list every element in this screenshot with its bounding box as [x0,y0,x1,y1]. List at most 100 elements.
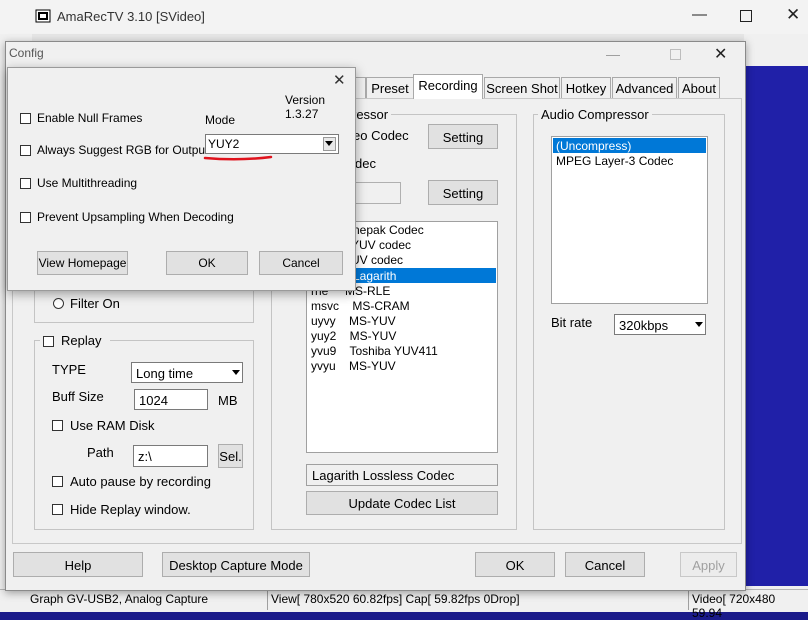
mode-label: Mode [205,113,236,127]
tab-advanced[interactable]: Advanced [612,77,677,99]
buff-size-value: 1024 [139,393,168,408]
close-icon[interactable]: ✕ [786,5,800,25]
popup-cancel-label: Cancel [282,256,320,270]
status-device: Graph GV-USB2, Analog Capture [30,592,209,606]
tab-recording[interactable]: Recording [413,74,483,99]
list-item[interactable]: (Uncompress) [556,139,631,153]
filter-on-label: Filter On [70,296,120,311]
status-view: View[ 780x520 60.82fps] Cap[ 59.82fps 0D… [271,592,520,606]
tab-preset[interactable]: Preset [366,77,414,99]
enable-null-frames-label: Enable Null Frames [37,111,143,125]
type-label: TYPE [52,362,86,377]
cancel-button[interactable]: Cancel [565,552,645,577]
bitrate-value: 320kbps [619,318,669,333]
list-item[interactable]: UV codec [351,253,403,267]
audio-codec-setting-button[interactable]: Setting [428,180,498,205]
selected-codec-field: Lagarith Lossless Codec [306,464,498,486]
update-codec-list-label: Update Codec List [348,496,456,511]
tab-hotkey[interactable]: Hotkey [561,77,611,99]
list-item[interactable]: yuy2 MS-YUV [311,329,396,343]
app-icon [35,9,51,23]
always-suggest-rgb-checkbox[interactable] [20,145,31,156]
selected-codec-value: Lagarith Lossless Codec [312,468,455,483]
hide-replay-checkbox[interactable] [52,504,63,515]
use-ram-disk-label: Use RAM Disk [70,418,155,433]
status-separator [267,591,268,610]
main-titlebar: AmaRecTV 3.10 [SVideo] — ✕ [0,0,808,34]
chevron-down-icon [695,322,703,327]
buff-size-label: Buff Size [52,389,104,404]
list-item[interactable]: uyvy MS-YUV [311,314,396,328]
popup-close-icon[interactable]: ✕ [333,71,346,89]
select-path-button[interactable]: Sel. [218,444,243,468]
cancel-label: Cancel [584,558,626,573]
use-multithreading-checkbox[interactable] [20,178,31,189]
list-item[interactable]: yvu9 Toshiba YUV411 [311,344,438,358]
maximize-icon[interactable] [740,10,752,22]
window-title: AmaRecTV 3.10 [SVideo] [57,9,205,24]
list-item[interactable]: MPEG Layer-3 Codec [556,154,673,168]
list-item[interactable]: YUV codec [351,238,411,252]
view-homepage-button[interactable]: View Homepage [37,251,128,275]
path-label: Path [87,445,114,460]
tab-about[interactable]: About [678,77,720,99]
apply-button[interactable]: Apply [680,552,737,577]
prevent-upsampling-label: Prevent Upsampling When Decoding [37,210,234,224]
status-video: Video[ 720x480 59.94 [692,592,776,620]
audio-codec-setting-label: Setting [442,186,484,201]
buff-size-input[interactable]: 1024 [134,389,208,410]
enable-null-frames-checkbox[interactable] [20,113,31,124]
chevron-down-icon [232,370,240,375]
tab-screen-shot[interactable]: Screen Shot [484,77,560,99]
view-homepage-label: View Homepage [38,256,127,270]
list-item[interactable]: yvyu MS-YUV [311,359,396,373]
use-multithreading-label: Use Multithreading [37,176,138,190]
mode-select[interactable]: YUY2 [205,134,339,154]
type-select[interactable]: Long time [131,362,243,383]
codec-config-dialog: ✕ Version 1.3.27 Enable Null Frames Alwa… [7,67,356,291]
filter-on-radio[interactable] [53,298,64,309]
help-label: Help [64,558,92,573]
config-minimize-icon[interactable]: — [606,46,620,62]
replay-label: Replay [61,333,102,348]
path-value: z:\ [138,449,152,464]
status-separator [688,591,689,610]
buff-unit: MB [218,393,238,408]
audio-codec-label: dec [355,156,376,171]
video-preview [744,66,808,586]
use-ram-disk-checkbox[interactable] [52,420,63,431]
video-codec-label: eo Codec [353,128,409,143]
version-label: Version 1.3.27 [285,93,326,121]
desktop-capture-label: Desktop Capture Mode [169,558,303,573]
minimize-icon[interactable]: — [692,6,707,23]
config-close-icon[interactable]: ✕ [714,44,727,64]
select-path-label: Sel. [219,449,242,464]
video-codec-setting-button[interactable]: Setting [428,124,498,149]
update-codec-list-button[interactable]: Update Codec List [306,491,498,515]
bitrate-label: Bit rate [551,315,593,330]
list-item[interactable]: nepak Codec [353,223,424,237]
type-select-value: Long time [136,366,194,381]
config-maximize-icon [670,49,681,60]
bitrate-select[interactable]: 320kbps [614,314,706,335]
mode-value: YUY2 [208,137,240,151]
config-title: Config [9,46,44,60]
list-item[interactable]: Lagarith [353,269,396,283]
always-suggest-rgb-label: Always Suggest RGB for Output [37,143,209,157]
ok-label: OK [505,558,525,573]
list-item[interactable]: msvc MS-CRAM [311,299,410,313]
audio-compressor-legend: Audio Compressor [538,107,652,122]
help-button[interactable]: Help [13,552,143,577]
popup-cancel-button[interactable]: Cancel [259,251,343,275]
auto-pause-label: Auto pause by recording [70,474,211,489]
path-input[interactable]: z:\ [133,445,208,467]
annotation-underline [203,155,273,161]
audio-codec-list[interactable]: (Uncompress) MPEG Layer-3 Codec [551,136,708,304]
ok-button[interactable]: OK [475,552,555,577]
auto-pause-checkbox[interactable] [52,476,63,487]
replay-checkbox[interactable] [43,336,54,347]
popup-ok-button[interactable]: OK [166,251,248,275]
popup-ok-label: OK [198,256,216,270]
desktop-capture-button[interactable]: Desktop Capture Mode [162,552,310,577]
prevent-upsampling-checkbox[interactable] [20,212,31,223]
